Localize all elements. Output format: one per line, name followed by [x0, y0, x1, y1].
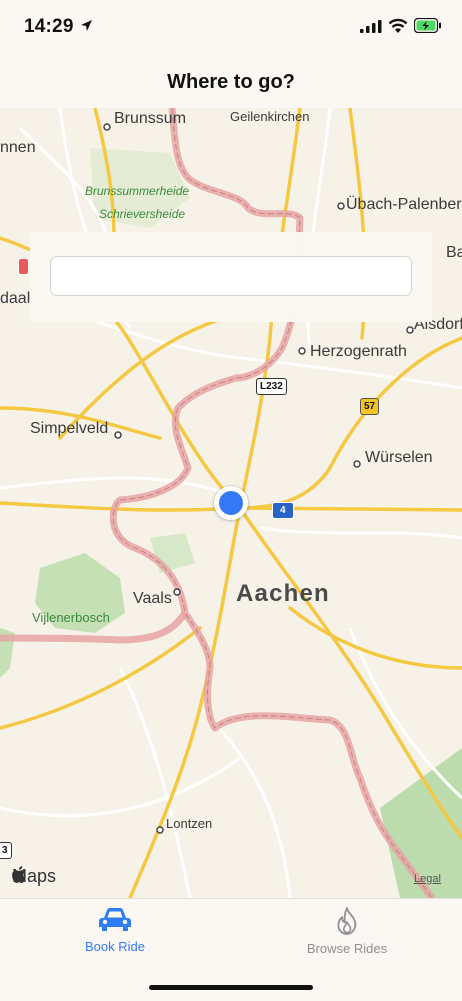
search-panel — [30, 232, 432, 322]
location-arrow-icon — [81, 20, 92, 31]
car-icon — [99, 908, 131, 931]
map-label-city: Würselen — [365, 449, 433, 466]
road-shield-edge-red — [18, 258, 29, 275]
tab-book-ride[interactable]: Book Ride — [35, 907, 195, 954]
battery-charging-icon — [414, 18, 441, 33]
signal-icon — [360, 20, 382, 33]
tab-browse-rides[interactable]: Browse Rides — [267, 907, 427, 956]
map-label-city: Herzogenrath — [310, 343, 407, 360]
tab-bar: Book Ride Browse Rides — [0, 898, 462, 1001]
page-title: Where to go? — [167, 71, 295, 93]
road-shield-a4: 4 — [272, 502, 294, 519]
map-label-city: Vaals — [133, 590, 172, 607]
map-label-city: nnen — [0, 139, 36, 156]
tab-book-ride-label: Book Ride — [85, 939, 145, 954]
map-label-city: Geilenkirchen — [230, 109, 310, 124]
road-shield-edge: 3 — [0, 842, 12, 859]
map-label-city: Brunssum — [114, 110, 187, 127]
user-location-marker — [214, 486, 248, 520]
map-label-park: Brunssummerheide — [85, 184, 190, 198]
legal-link[interactable]: Legal — [414, 873, 441, 885]
road-shield-l232: L232 — [256, 378, 287, 395]
destination-search-input[interactable] — [50, 256, 412, 296]
map-label-city: Übach-Palenberg — [346, 196, 462, 213]
map-label-city: daal — [0, 290, 31, 307]
flame-icon — [337, 907, 357, 935]
status-bar: 14:29 — [0, 0, 462, 56]
maps-attribution[interactable]: Maps — [12, 866, 56, 887]
map-label-city: Simpelveld — [30, 420, 109, 437]
status-time: 14:29 — [24, 16, 74, 37]
map-label-city: Lontzen — [166, 816, 213, 831]
map-label-park: Vijlenerbosch — [32, 610, 110, 625]
navigation-bar: Where to go? — [0, 56, 462, 109]
map-label-city: Ba — [446, 244, 462, 261]
road-shield-57: 57 — [360, 398, 380, 415]
home-indicator[interactable] — [149, 985, 313, 990]
forest-area — [150, 533, 195, 573]
tab-browse-rides-label: Browse Rides — [306, 941, 388, 956]
wifi-icon — [388, 18, 408, 33]
apple-logo-icon — [12, 866, 26, 883]
map-view[interactable]: Brunssum Geilenkirchen nnen Brunssummerh… — [0, 108, 462, 898]
map-label-major-city: Aachen — [236, 580, 330, 607]
map-label-park: Schrieversheide — [99, 207, 186, 221]
